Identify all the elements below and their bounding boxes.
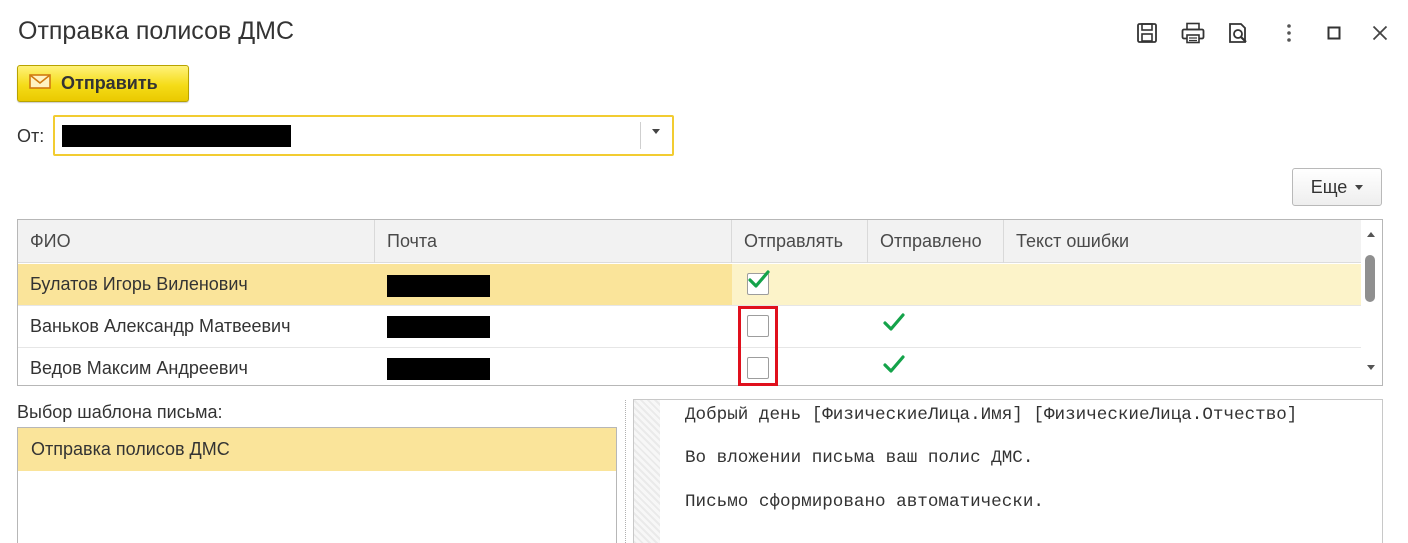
more-button[interactable]: Еще: [1292, 168, 1382, 206]
editor-gutter: [634, 400, 660, 543]
column-header-error[interactable]: Текст ошибки: [1004, 220, 1361, 263]
message-line: Письмо сформировано автоматически.: [685, 492, 1044, 512]
cell-fio: Булатов Игорь Виленович: [18, 264, 375, 305]
more-vertical-icon[interactable]: [1276, 20, 1302, 46]
more-button-label: Еще: [1310, 176, 1348, 197]
maximize-icon[interactable]: [1321, 20, 1347, 46]
template-item[interactable]: Отправка полисов ДМС: [18, 428, 616, 471]
from-select[interactable]: [53, 115, 674, 156]
template-list: Отправка полисов ДМС: [17, 427, 617, 543]
cell-email: [375, 348, 732, 385]
scroll-down-icon[interactable]: [1367, 365, 1375, 370]
preview-icon[interactable]: [1226, 20, 1252, 46]
send-button-label: Отправить: [61, 73, 158, 93]
send-button[interactable]: Отправить: [17, 65, 189, 102]
email-redacted: [387, 275, 490, 297]
scroll-thumb[interactable]: [1365, 255, 1375, 302]
envelope-icon: [29, 73, 51, 94]
sent-checkmark-icon: [883, 313, 905, 331]
email-redacted: [387, 358, 490, 380]
save-icon[interactable]: [1134, 20, 1160, 46]
from-label: От:: [17, 126, 45, 146]
print-icon[interactable]: [1180, 20, 1206, 46]
panel-splitter[interactable]: [625, 400, 626, 543]
from-value-redacted: [62, 125, 291, 147]
table-row[interactable]: Ваньков Александр Матвеевич: [18, 306, 1361, 348]
from-divider: [640, 122, 641, 149]
sent-checkmark-icon: [883, 355, 905, 373]
table-header: ФИО Почта Отправлять Отправлено Текст ош…: [18, 220, 1361, 263]
send-checkbox[interactable]: [747, 270, 770, 295]
table-scrollbar[interactable]: [1361, 220, 1382, 385]
table-row[interactable]: Ведов Максим Андреевич: [18, 348, 1361, 385]
cell-fio: Ведов Максим Андреевич: [30, 358, 248, 378]
cell-email: [375, 306, 732, 347]
recipients-table: ФИО Почта Отправлять Отправлено Текст ош…: [17, 219, 1383, 386]
template-label: Выбор шаблона письма:: [17, 402, 223, 422]
checkmark-icon: [748, 270, 770, 288]
scroll-up-icon[interactable]: [1367, 232, 1375, 237]
column-header-fio[interactable]: ФИО: [18, 220, 375, 263]
window-title: Отправка полисов ДМС: [18, 17, 295, 45]
chevron-down-icon[interactable]: [652, 129, 660, 134]
close-icon[interactable]: [1367, 20, 1393, 46]
column-header-sent[interactable]: Отправлено: [868, 220, 1004, 263]
message-line: Во вложении письма ваш полис ДМС.: [685, 448, 1034, 468]
column-header-send[interactable]: Отправлять: [732, 220, 868, 263]
message-body-editor[interactable]: Добрый день [ФизическиеЛица.Имя] [Физиче…: [633, 399, 1383, 543]
column-header-email[interactable]: Почта: [375, 220, 732, 263]
message-line: Добрый день [ФизическиеЛица.Имя] [Физиче…: [685, 405, 1298, 425]
highlight-frame: [738, 306, 778, 386]
email-redacted: [387, 316, 490, 338]
table-row[interactable]: Булатов Игорь Виленович: [18, 264, 1361, 306]
caret-down-icon: [1355, 184, 1364, 190]
cell-fio: Ваньков Александр Матвеевич: [30, 316, 291, 336]
cell-email: [375, 264, 732, 305]
